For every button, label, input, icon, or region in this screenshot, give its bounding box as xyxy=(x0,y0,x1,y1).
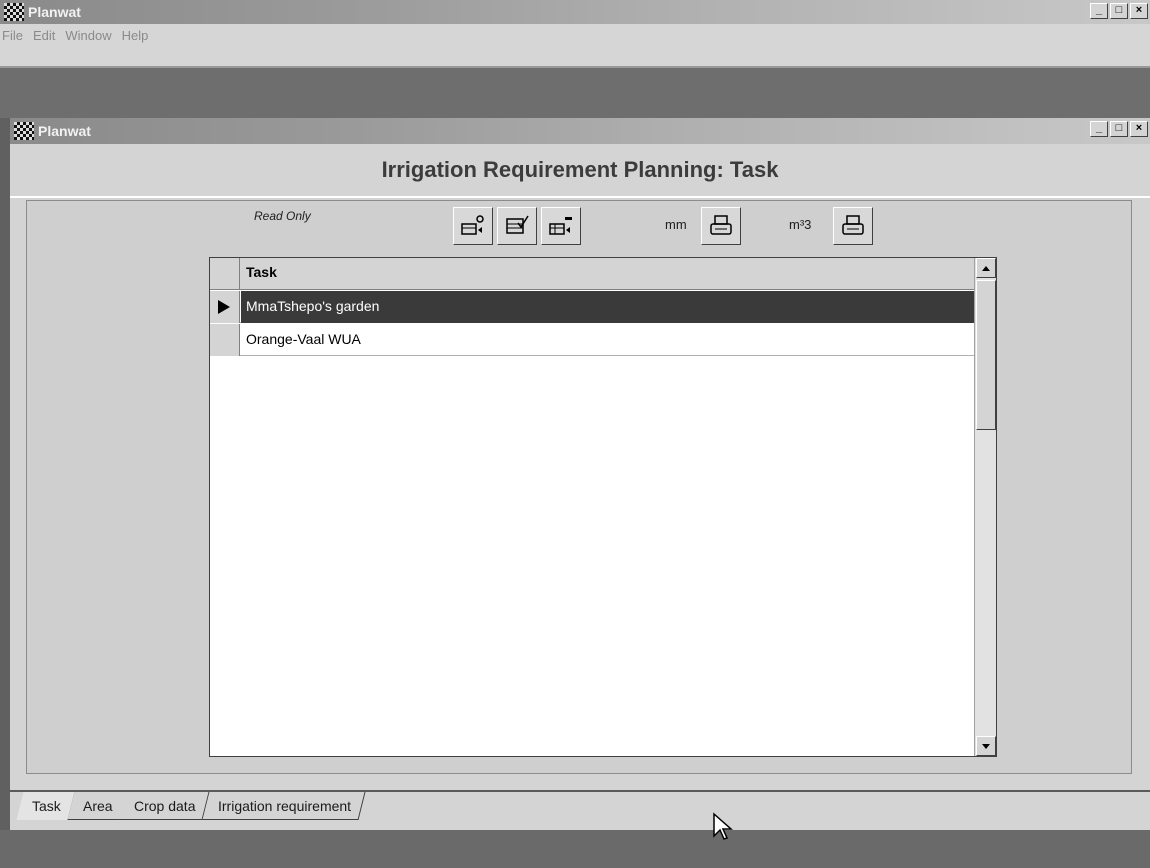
unit-m3-label: m³3 xyxy=(789,217,812,232)
arrow-down-icon xyxy=(982,743,990,749)
child-minimize-button[interactable]: _ xyxy=(1090,121,1108,137)
scroll-up-button[interactable] xyxy=(976,258,996,278)
edit-record-button[interactable] xyxy=(497,207,537,245)
tabs: Task Area Crop data Irrigation requireme… xyxy=(16,792,366,820)
child-window-buttons: _ □ × xyxy=(1090,121,1148,137)
read-only-label: Read Only xyxy=(254,209,311,223)
tab-area-label: Area xyxy=(82,798,113,814)
heading-band: Irrigation Requirement Planning: Task xyxy=(10,144,1150,198)
toolbar-area xyxy=(0,46,1150,68)
tab-area[interactable]: Area xyxy=(67,792,127,820)
mouse-cursor-icon xyxy=(713,812,733,840)
child-titlebar[interactable]: Planwat _ □ × xyxy=(10,118,1150,144)
arrow-up-icon xyxy=(982,265,990,271)
scroll-down-button[interactable] xyxy=(976,736,996,756)
unit-mm-label: mm xyxy=(665,217,687,232)
delete-record-button[interactable] xyxy=(541,207,581,245)
grid-header: Task xyxy=(210,258,974,290)
edit-record-icon xyxy=(506,215,529,234)
task-cell[interactable]: Orange-Vaal WUA xyxy=(246,331,361,347)
menu-bar: File Edit Window Help xyxy=(0,24,1150,46)
row-selector[interactable] xyxy=(210,291,240,323)
task-cell[interactable]: MmaTshepo's garden xyxy=(246,298,379,314)
column-header-task[interactable]: Task xyxy=(246,264,277,280)
printer-icon xyxy=(710,215,732,235)
tab-task-label: Task xyxy=(32,798,61,814)
add-record-icon xyxy=(461,215,484,235)
tab-task[interactable]: Task xyxy=(16,792,76,820)
child-app-icon xyxy=(14,122,34,140)
row-selector[interactable] xyxy=(210,324,240,356)
tab-irrigation-requirement[interactable]: Irrigation requirement xyxy=(202,792,366,820)
outer-titlebar[interactable]: Planwat _ □ × xyxy=(0,0,1150,24)
minimize-button[interactable]: _ xyxy=(1090,3,1108,19)
tab-irrigation-requirement-label: Irrigation requirement xyxy=(217,798,351,814)
print-m3-button[interactable] xyxy=(833,207,873,245)
child-close-button[interactable]: × xyxy=(1130,121,1148,137)
delete-record-icon xyxy=(549,217,572,235)
child-window: Planwat _ □ × Irrigation Requirement Pla… xyxy=(10,118,1150,830)
table-row[interactable]: Orange-Vaal WUA xyxy=(210,324,974,356)
vertical-scrollbar[interactable] xyxy=(974,258,996,756)
child-maximize-button[interactable]: □ xyxy=(1110,121,1128,137)
page-title: Irrigation Requirement Planning: Task xyxy=(381,157,779,182)
maximize-button[interactable]: □ xyxy=(1110,3,1128,19)
current-row-arrow-icon xyxy=(218,300,230,314)
outer-window: Planwat _ □ × File Edit Window Help Plan… xyxy=(0,0,1150,868)
print-mm-button[interactable] xyxy=(701,207,741,245)
status-area xyxy=(0,830,1150,868)
task-grid: Task MmaTshepo's garden Orange-Vaal WUA xyxy=(209,257,997,757)
menu-help[interactable]: Help xyxy=(122,28,149,43)
table-row[interactable]: MmaTshepo's garden xyxy=(210,291,974,323)
header-row-selector xyxy=(210,258,240,290)
app-icon xyxy=(4,3,24,21)
tab-crop-data[interactable]: Crop data xyxy=(118,792,211,820)
tab-strip: Task Area Crop data Irrigation requireme… xyxy=(10,790,1150,830)
child-title-text: Planwat xyxy=(38,123,91,139)
outer-window-buttons: _ □ × xyxy=(1090,3,1148,19)
add-record-button[interactable] xyxy=(453,207,493,245)
outer-title-text: Planwat xyxy=(28,4,81,20)
menu-window[interactable]: Window xyxy=(65,28,111,43)
task-panel: Read Only mm m³3 Task MmaTshepo's garden… xyxy=(26,200,1132,774)
scroll-thumb[interactable] xyxy=(976,280,996,430)
mdi-background xyxy=(0,68,1150,118)
menu-edit[interactable]: Edit xyxy=(33,28,55,43)
menu-file[interactable]: File xyxy=(2,28,23,43)
printer-icon xyxy=(842,215,864,235)
tab-crop-data-label: Crop data xyxy=(134,798,196,814)
close-button[interactable]: × xyxy=(1130,3,1148,19)
